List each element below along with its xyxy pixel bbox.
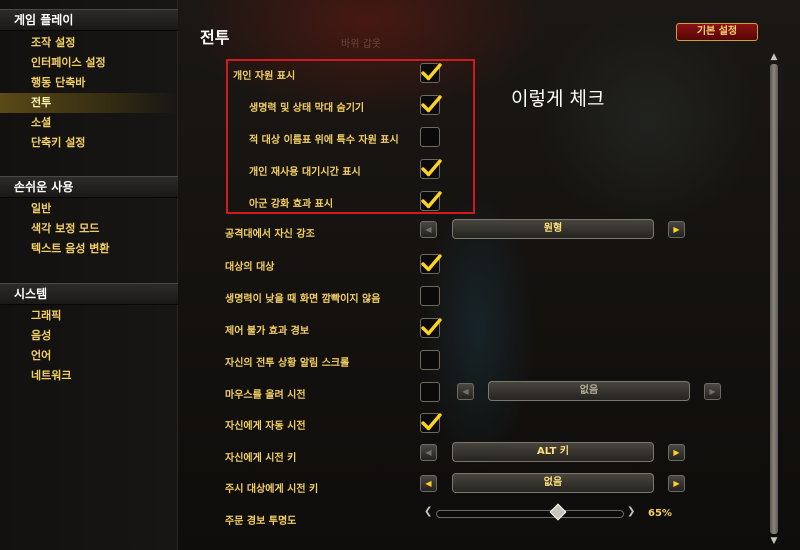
self-cast-key-dropdown[interactable]: ALT 키 xyxy=(452,442,654,462)
category-header-accessibility[interactable]: 손쉬운 사용 xyxy=(0,176,178,198)
sidebar-item-language[interactable]: 언어 xyxy=(0,346,178,366)
option-label: 아군 강화 효과 표시 xyxy=(249,199,334,210)
option-checkbox[interactable] xyxy=(420,191,442,211)
sidebar-item-combat[interactable]: 전투 xyxy=(0,93,178,113)
category-header-gameplay[interactable]: 게임 플레이 xyxy=(0,9,178,31)
option-label: 주문 경보 투명도 xyxy=(225,516,297,527)
scroll-down-icon[interactable]: ▼ xyxy=(768,536,780,546)
annotation-text: 이렇게 체크 xyxy=(511,88,605,110)
slider-right-icon[interactable]: ❯ xyxy=(627,506,635,517)
sidebar-item-network[interactable]: 네트워크 xyxy=(0,366,178,386)
combat-settings-panel: 전투 바위 갑옷 기본 설정 이렇게 체크 개인 자원 표시 생명력 및 상태 … xyxy=(178,0,800,550)
left-arrow-icon[interactable]: ◀ xyxy=(420,444,437,461)
category-header-system[interactable]: 시스템 xyxy=(0,283,178,305)
mouseover-cast-dropdown[interactable]: 없음 xyxy=(488,381,690,401)
background-text: 바위 갑옷 xyxy=(341,39,381,50)
check-icon xyxy=(421,63,442,81)
highlight-self-dropdown[interactable]: 원형 xyxy=(452,219,654,239)
page-title: 전투 xyxy=(200,28,230,47)
left-arrow-icon[interactable]: ◀ xyxy=(420,221,437,238)
slider-value: 65% xyxy=(648,508,672,519)
option-label: 개인 재사용 대기시간 표시 xyxy=(249,167,361,178)
sidebar-item-text-to-speech[interactable]: 텍스트 음성 변환 xyxy=(0,239,178,259)
check-icon xyxy=(421,413,442,431)
option-label: 개인 자원 표시 xyxy=(233,71,296,82)
option-label: 적 대상 이름표 위에 특수 자원 표시 xyxy=(249,135,399,146)
right-arrow-icon[interactable]: ▶ xyxy=(704,383,721,400)
option-checkbox[interactable] xyxy=(420,318,442,338)
scroll-up-icon[interactable]: ▲ xyxy=(768,52,780,62)
sidebar-item-graphics[interactable]: 그래픽 xyxy=(0,306,178,326)
option-label: 대상의 대상 xyxy=(225,262,275,273)
check-icon xyxy=(421,318,442,336)
sidebar-item-general[interactable]: 일반 xyxy=(0,199,178,219)
right-arrow-icon[interactable]: ▶ xyxy=(668,221,685,238)
sidebar-item-colorblind-mode[interactable]: 색각 보정 모드 xyxy=(0,219,178,239)
option-label: 생명력 및 상태 막대 숨기기 xyxy=(249,103,365,114)
sidebar-item-interface[interactable]: 인터페이스 설정 xyxy=(0,53,178,73)
settings-sidebar: 게임 플레이 조작 설정 인터페이스 설정 행동 단축바 전투 소셜 단축키 설… xyxy=(0,0,178,550)
option-checkbox[interactable] xyxy=(420,159,442,179)
option-checkbox[interactable] xyxy=(420,95,442,115)
left-arrow-icon[interactable]: ◀ xyxy=(420,475,437,492)
option-label: 공격대에서 자신 강조 xyxy=(225,229,315,240)
option-checkbox[interactable] xyxy=(420,350,440,370)
option-label: 생명력이 낮을 때 화면 깜빡이지 않음 xyxy=(225,294,381,305)
option-checkbox[interactable] xyxy=(420,286,440,306)
sidebar-item-social[interactable]: 소셜 xyxy=(0,113,178,133)
right-arrow-icon[interactable]: ▶ xyxy=(668,444,685,461)
scrollbar[interactable]: ▲ ▼ xyxy=(768,52,780,547)
option-checkbox[interactable] xyxy=(420,127,440,147)
left-arrow-icon[interactable]: ◀ xyxy=(457,383,474,400)
option-checkbox[interactable] xyxy=(420,413,442,433)
option-checkbox[interactable] xyxy=(420,254,442,274)
option-checkbox[interactable] xyxy=(420,382,440,402)
spell-alert-opacity-slider[interactable] xyxy=(436,510,624,518)
right-arrow-icon[interactable]: ▶ xyxy=(668,475,685,492)
option-label: 자신의 전투 상황 알림 스크롤 xyxy=(225,358,350,369)
focus-cast-key-dropdown[interactable]: 없음 xyxy=(452,473,654,493)
check-icon xyxy=(421,95,442,113)
sidebar-item-action-bars[interactable]: 행동 단축바 xyxy=(0,73,178,93)
defaults-button[interactable]: 기본 설정 xyxy=(676,23,758,41)
option-label: 주시 대상에게 시전 키 xyxy=(225,484,319,495)
check-icon xyxy=(421,191,442,209)
option-checkbox[interactable] xyxy=(420,63,442,83)
option-label: 자신에게 시전 키 xyxy=(225,453,297,464)
option-label: 자신에게 자동 시전 xyxy=(225,421,306,432)
sidebar-item-audio[interactable]: 음성 xyxy=(0,326,178,346)
sidebar-item-controls[interactable]: 조작 설정 xyxy=(0,33,178,53)
check-icon xyxy=(421,159,442,177)
option-label: 마우스를 올려 시전 xyxy=(225,390,306,401)
slider-left-icon[interactable]: ❮ xyxy=(424,506,432,517)
check-icon xyxy=(421,254,442,272)
scroll-thumb[interactable] xyxy=(770,64,778,534)
sidebar-item-keybindings[interactable]: 단축키 설정 xyxy=(0,133,178,153)
option-label: 제어 불가 효과 경보 xyxy=(225,326,310,337)
